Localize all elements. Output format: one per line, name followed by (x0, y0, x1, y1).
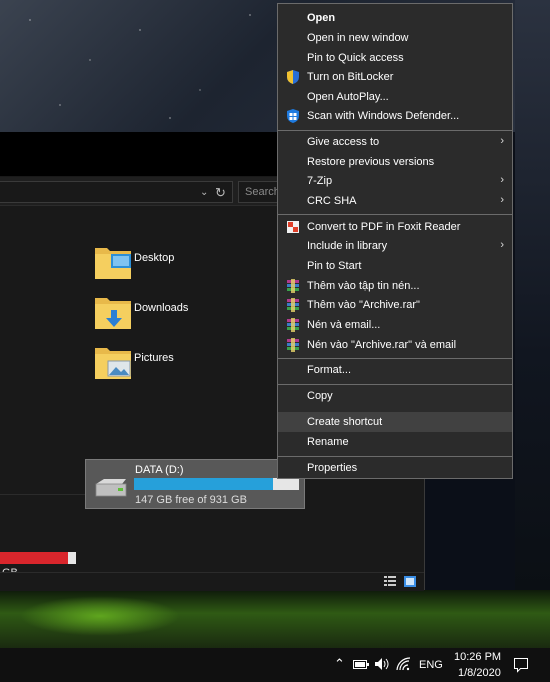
menu-separator (278, 358, 512, 359)
details-view-icon[interactable] (384, 576, 396, 587)
hard-drive-icon (95, 479, 127, 497)
menu-separator (278, 130, 512, 131)
search-input[interactable]: Search (238, 181, 280, 203)
clock-time[interactable]: 10:26 PM (454, 651, 501, 663)
menu-item-n-n-v-email[interactable]: Nén và email... (278, 315, 512, 335)
search-placeholder: Search (245, 186, 280, 198)
menu-item-label: Scan with Windows Defender... (307, 110, 460, 122)
menu-item-restore-previous-versions[interactable]: Restore previous versions (278, 152, 512, 172)
menu-item-label: Pin to Start (307, 260, 362, 272)
refresh-icon[interactable]: ↻ (215, 185, 229, 200)
winrar-icon (286, 279, 300, 293)
desktop-wallpaper-edge (515, 0, 550, 590)
drive-c-usage-fill (0, 552, 69, 564)
menu-item-label: Rename (307, 436, 349, 448)
drive-d-label: DATA (D:) (135, 464, 184, 476)
desktop-folder-icon[interactable] (93, 242, 133, 282)
context-menu: Open Open in new window Pin to Quick acces… (277, 3, 513, 479)
show-hidden-icons-chevron-icon[interactable]: ⌃ (334, 656, 345, 672)
menu-item-scan-with-windows-defender[interactable]: Scan with Windows Defender... (278, 106, 512, 126)
clock-date[interactable]: 1/8/2020 (458, 667, 501, 679)
menu-item-label: Create shortcut (307, 416, 383, 428)
menu-item-open[interactable]: Open (278, 8, 512, 28)
menu-item-label: Open (307, 12, 336, 24)
wifi-icon[interactable] (396, 657, 412, 671)
shield-icon (286, 70, 300, 84)
desktop-wallpaper-ground (0, 590, 550, 648)
menu-item-label: Give access to (307, 136, 380, 148)
drive-d-usage-fill (134, 478, 273, 490)
menu-item-label: Turn on BitLocker (307, 71, 394, 83)
menu-item-open-autoplay[interactable]: Open AutoPlay... (278, 87, 512, 107)
menu-item-n-n-v-o-archive-rar-v-email[interactable]: Nén vào "Archive.rar" và email (278, 335, 512, 355)
address-field[interactable]: ⌄ ↻ (0, 181, 233, 203)
folder-label-desktop[interactable]: Desktop (134, 252, 174, 264)
drive-d-usage-bar (134, 478, 299, 490)
menu-item-crc-sha[interactable]: CRC SHA › (278, 191, 512, 211)
folder-label-downloads[interactable]: Downloads (134, 302, 188, 314)
menu-item-include-in-library[interactable]: Include in library › (278, 236, 512, 256)
drive-c-usage-bar (0, 552, 76, 564)
volume-icon[interactable] (374, 657, 390, 671)
menu-item-label: Nén vào "Archive.rar" và email (307, 339, 457, 351)
winrar-icon (286, 298, 300, 312)
foxit-pdf-icon (286, 220, 300, 234)
menu-item-give-access-to[interactable]: Give access to › (278, 132, 512, 152)
menu-item-th-m-v-o-t-p-tin-n-n[interactable]: Thêm vào tập tin nén... (278, 276, 512, 296)
chevron-right-icon: › (500, 194, 504, 206)
menu-item-label: Pin to Quick access (307, 52, 404, 64)
menu-item-label: Copy (307, 390, 333, 402)
menu-item-copy[interactable]: Copy (278, 386, 512, 406)
menu-item-label: 7-Zip (307, 175, 333, 187)
action-center-icon[interactable] (513, 657, 529, 673)
menu-item-pin-to-quick-access[interactable]: Pin to Quick access (278, 48, 512, 68)
menu-separator (278, 214, 512, 215)
taskbar: ⌃ ENG 10:26 PM 1/8/2020 (0, 648, 550, 682)
menu-item-label: Convert to PDF in Foxit Reader (307, 221, 461, 233)
menu-item-convert-to-pdf-in-foxit-reader[interactable]: Convert to PDF in Foxit Reader (278, 217, 512, 237)
drive-d-tile[interactable]: DATA (D:) 147 GB free of 931 GB (85, 459, 305, 509)
chevron-down-icon[interactable]: ⌄ (200, 187, 210, 198)
menu-item-label: Thêm vào "Archive.rar" (307, 299, 420, 311)
menu-item-format[interactable]: Format... (278, 360, 512, 380)
menu-item-label: Format... (307, 364, 352, 376)
chevron-right-icon: › (500, 239, 504, 251)
menu-item-label: Restore previous versions (307, 156, 435, 168)
windows-defender-icon (286, 109, 300, 123)
battery-icon[interactable] (353, 660, 369, 669)
menu-item-th-m-v-o-archive-rar[interactable]: Thêm vào "Archive.rar" (278, 295, 512, 315)
input-language-indicator[interactable]: ENG (419, 659, 443, 671)
chevron-right-icon: › (500, 174, 504, 186)
menu-item-label: Properties (307, 462, 358, 474)
explorer-status-bar (0, 572, 424, 591)
menu-item-rename[interactable]: Rename (278, 432, 512, 452)
chevron-right-icon: › (500, 135, 504, 147)
menu-item-turn-on-bitlocker[interactable]: Turn on BitLocker (278, 67, 512, 87)
menu-item-open-in-new-window[interactable]: Open in new window (278, 28, 512, 48)
pictures-folder-icon[interactable] (93, 342, 133, 382)
large-icons-view-icon[interactable] (404, 576, 416, 587)
menu-item-create-shortcut[interactable]: Create shortcut (278, 412, 512, 432)
menu-item-pin-to-start[interactable]: Pin to Start (278, 256, 512, 276)
folder-label-pictures[interactable]: Pictures (134, 352, 174, 364)
menu-item-label: Open in new window (307, 32, 409, 44)
menu-item-label: Include in library (307, 240, 388, 252)
menu-item-7-zip[interactable]: 7-Zip › (278, 171, 512, 191)
menu-item-label: Thêm vào tập tin nén... (307, 280, 420, 292)
menu-item-label: CRC SHA (307, 195, 357, 207)
downloads-folder-icon[interactable] (93, 292, 133, 332)
menu-item-label: Nén và email... (307, 319, 381, 331)
menu-separator (278, 456, 512, 457)
menu-separator (278, 384, 512, 385)
winrar-icon (286, 318, 300, 332)
winrar-icon (286, 338, 300, 352)
menu-item-label: Open AutoPlay... (307, 91, 389, 103)
menu-item-properties[interactable]: Properties (278, 458, 512, 478)
drive-d-free-space: 147 GB free of 931 GB (135, 494, 247, 506)
